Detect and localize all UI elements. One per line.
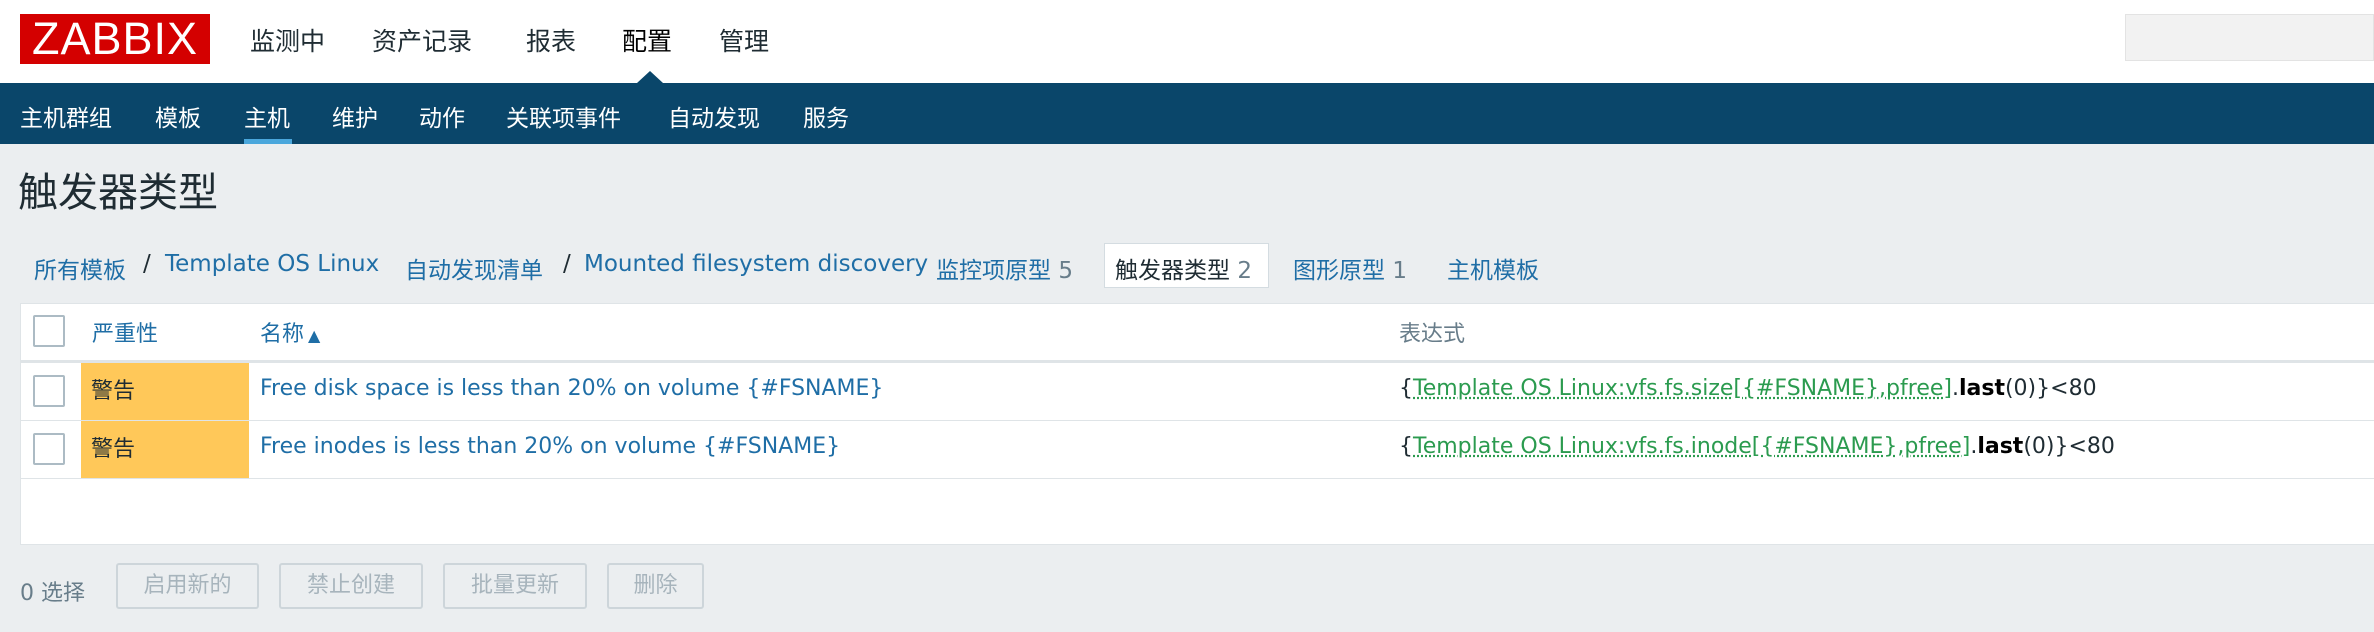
- tab-label: 触发器类型: [1115, 258, 1230, 284]
- select-all-checkbox[interactable]: [33, 315, 65, 347]
- trigger-prototypes-table: 严重性 名称 ▲ 表达式 警告 Free disk space is less t…: [20, 303, 2374, 545]
- expr-close: }<80: [2036, 376, 2097, 401]
- top-menu-administration[interactable]: 管理: [719, 22, 769, 58]
- sub-nav-maintenance[interactable]: 维护: [332, 99, 378, 133]
- page-title: 触发器类型: [18, 170, 218, 216]
- crumb-all-templates[interactable]: 所有模板: [34, 251, 126, 285]
- trigger-name-link[interactable]: Free disk space is less than 20% on volu…: [260, 376, 883, 401]
- crumb-template[interactable]: Template OS Linux: [165, 251, 379, 277]
- tab-trigger-prototypes[interactable]: 触发器类型 2: [1115, 251, 1252, 285]
- row-checkbox[interactable]: [33, 433, 65, 465]
- disable-button[interactable]: 禁止创建: [279, 563, 423, 609]
- expr-item-link[interactable]: Template OS Linux:vfs.fs.inode[{#FSNAME}…: [1413, 434, 1970, 459]
- column-name-label: 名称: [260, 322, 305, 347]
- sub-nav-hosts[interactable]: 主机: [244, 99, 290, 133]
- expr-args: (0): [2023, 434, 2055, 459]
- column-severity[interactable]: 严重性: [92, 316, 158, 348]
- tab-graph-prototypes[interactable]: 图形原型 1: [1293, 251, 1407, 285]
- row-checkbox[interactable]: [33, 375, 65, 407]
- sub-nav-event-correlation[interactable]: 关联项事件: [506, 99, 621, 133]
- expr-item-link[interactable]: Template OS Linux:vfs.fs.size[{#FSNAME},…: [1413, 376, 1952, 401]
- crumb-separator: /: [563, 251, 571, 277]
- tab-count: 5: [1058, 258, 1073, 284]
- sub-nav-discovery[interactable]: 自动发现: [668, 99, 760, 133]
- tab-host-templates[interactable]: 主机模板: [1447, 251, 1539, 285]
- search-input[interactable]: [2125, 14, 2374, 61]
- expr-dot: .: [1951, 376, 1959, 401]
- active-tab-underline: [244, 139, 292, 144]
- mass-update-button[interactable]: 批量更新: [443, 563, 587, 609]
- tab-label: 监控项原型: [936, 258, 1051, 284]
- column-name[interactable]: 名称 ▲: [260, 316, 320, 348]
- delete-button[interactable]: 删除: [607, 563, 704, 609]
- column-expression: 表达式: [1399, 322, 1466, 347]
- expr-close: }<80: [2054, 434, 2115, 459]
- expr-function: last: [1977, 434, 2024, 459]
- tab-label: 图形原型: [1293, 258, 1385, 284]
- severity-badge: 警告: [81, 363, 249, 420]
- top-header: ZABBIX 监测中 资产记录 报表 配置 管理: [0, 0, 2374, 83]
- trigger-name-link[interactable]: Free inodes is less than 20% on volume {…: [260, 434, 840, 459]
- table-row: 警告 Free inodes is less than 20% on volum…: [21, 421, 2374, 479]
- sub-nav-templates[interactable]: 模板: [155, 99, 201, 133]
- sort-asc-icon: ▲: [308, 326, 321, 345]
- crumb-separator: /: [143, 251, 151, 277]
- selected-count: 0 选择: [20, 581, 85, 606]
- top-menu-inventory[interactable]: 资产记录: [372, 22, 472, 58]
- crumb-discovery-list[interactable]: 自动发现清单: [405, 251, 543, 285]
- table-row: 警告 Free disk space is less than 20% on v…: [21, 363, 2374, 421]
- trigger-expression: {Template OS Linux:vfs.fs.size[{#FSNAME}…: [1399, 376, 2097, 401]
- trigger-expression: {Template OS Linux:vfs.fs.inode[{#FSNAME…: [1399, 434, 2115, 459]
- sub-nav-host-groups[interactable]: 主机群组: [20, 99, 112, 133]
- breadcrumb: 所有模板 / Template OS Linux 自动发现清单 / Mounte…: [0, 243, 2374, 289]
- top-menu-monitoring[interactable]: 监测中: [250, 22, 325, 58]
- sub-navigation: 主机群组 模板 主机 维护 动作 关联项事件 自动发现 服务: [0, 83, 2374, 144]
- sub-nav-actions[interactable]: 动作: [419, 99, 465, 133]
- tab-count: 1: [1392, 258, 1407, 284]
- severity-badge: 警告: [81, 421, 249, 478]
- tab-item-prototypes[interactable]: 监控项原型 5: [936, 251, 1073, 285]
- expr-function: last: [1958, 376, 2005, 401]
- top-menu-configuration[interactable]: 配置: [622, 22, 672, 58]
- zabbix-logo[interactable]: ZABBIX: [20, 14, 210, 64]
- expr-args: (0): [2004, 376, 2037, 401]
- sub-nav-services[interactable]: 服务: [803, 99, 849, 133]
- enable-button[interactable]: 启用新的: [116, 563, 259, 609]
- expr-open: {: [1399, 434, 1413, 459]
- active-menu-caret: [637, 71, 663, 83]
- tab-count: 2: [1237, 258, 1252, 284]
- crumb-discovery-rule[interactable]: Mounted filesystem discovery: [584, 251, 928, 277]
- top-menu-reports[interactable]: 报表: [526, 22, 576, 58]
- expr-open: {: [1399, 376, 1413, 401]
